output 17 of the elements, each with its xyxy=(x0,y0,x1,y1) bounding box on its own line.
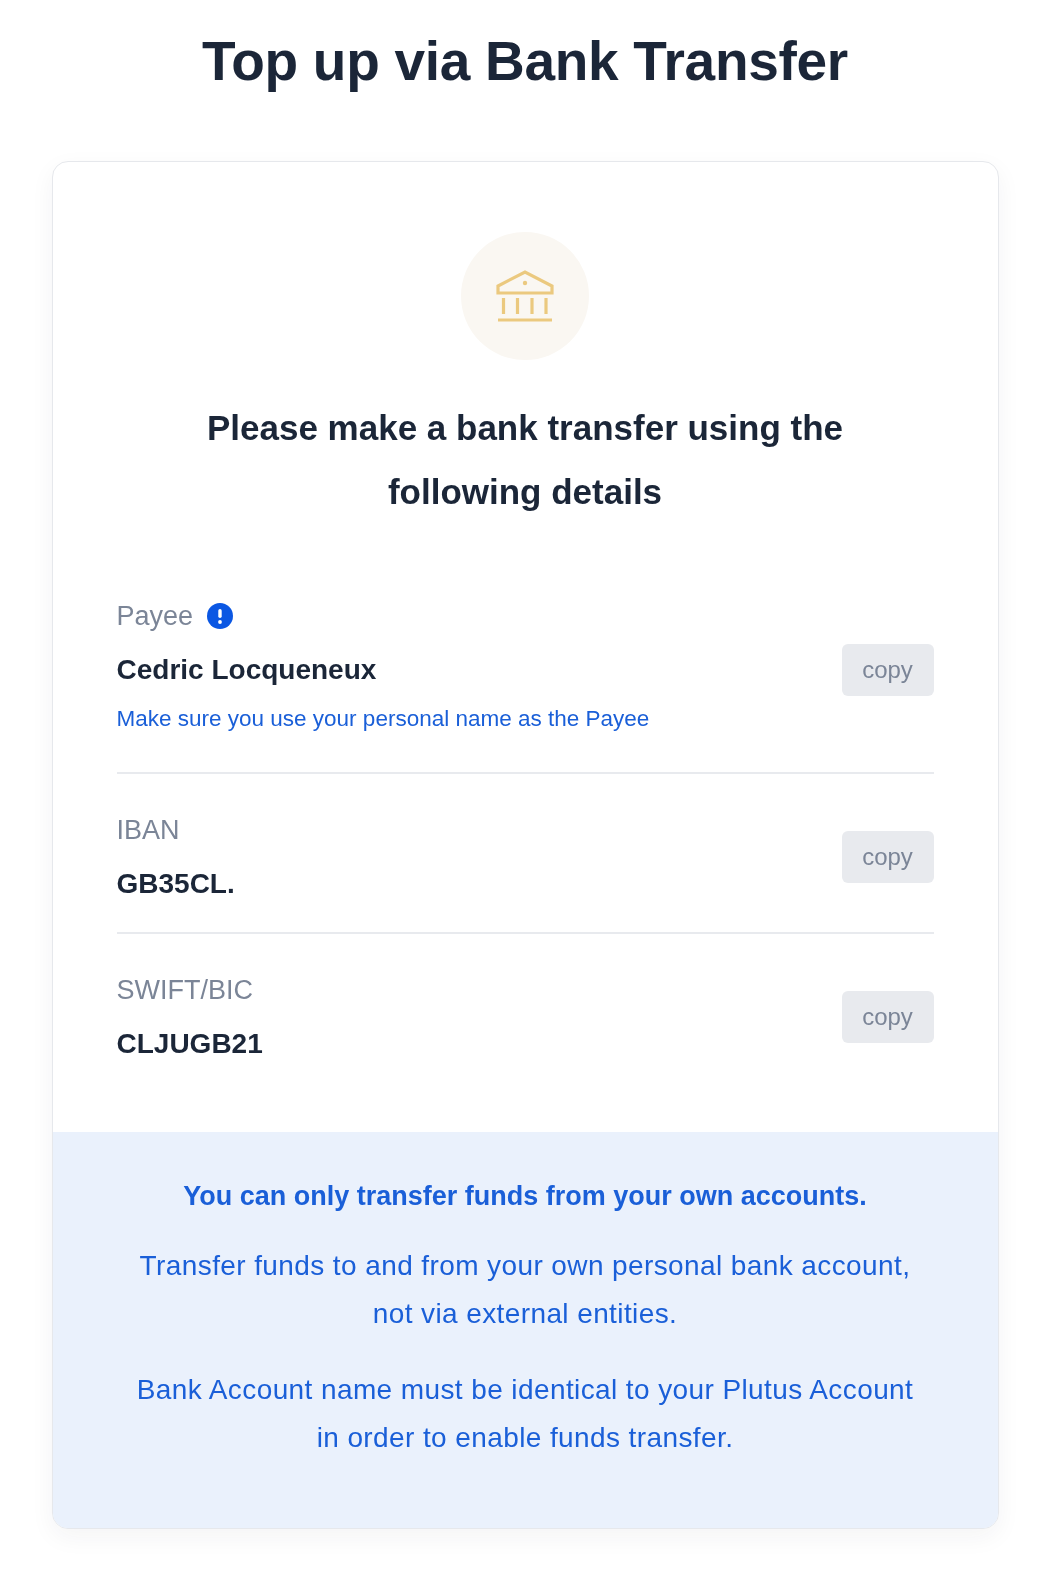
copy-button[interactable]: copy xyxy=(841,831,934,883)
field-value: CLJUGB21 xyxy=(116,1027,263,1061)
notice-text: Bank Account name must be identical to your Plutus Account in order to enable funds transfer. xyxy=(135,1373,915,1455)
field-value: GB35CL. xyxy=(116,867,235,901)
field-note: Make sure you use your personal name as the Payee xyxy=(116,705,650,733)
copy-button[interactable]: copy xyxy=(841,644,934,696)
notice-text: Transfer funds to and from your own personal bank account, not via external entities. xyxy=(138,1249,912,1331)
info-icon[interactable] xyxy=(207,603,234,629)
field-label: SWIFT/BIC xyxy=(116,974,253,1007)
instructions-heading: Please make a bank transfer using the following details xyxy=(205,407,845,513)
field-label: Payee xyxy=(116,600,194,633)
copy-button[interactable]: copy xyxy=(841,991,934,1043)
bank-icon xyxy=(461,232,589,360)
page-title: Top up via Bank Transfer xyxy=(202,29,848,94)
field-label: IBAN xyxy=(116,814,180,847)
field-value: Cedric Locqueneux xyxy=(116,653,378,687)
notice-title: You can only transfer funds from your own accounts. xyxy=(183,1180,867,1213)
